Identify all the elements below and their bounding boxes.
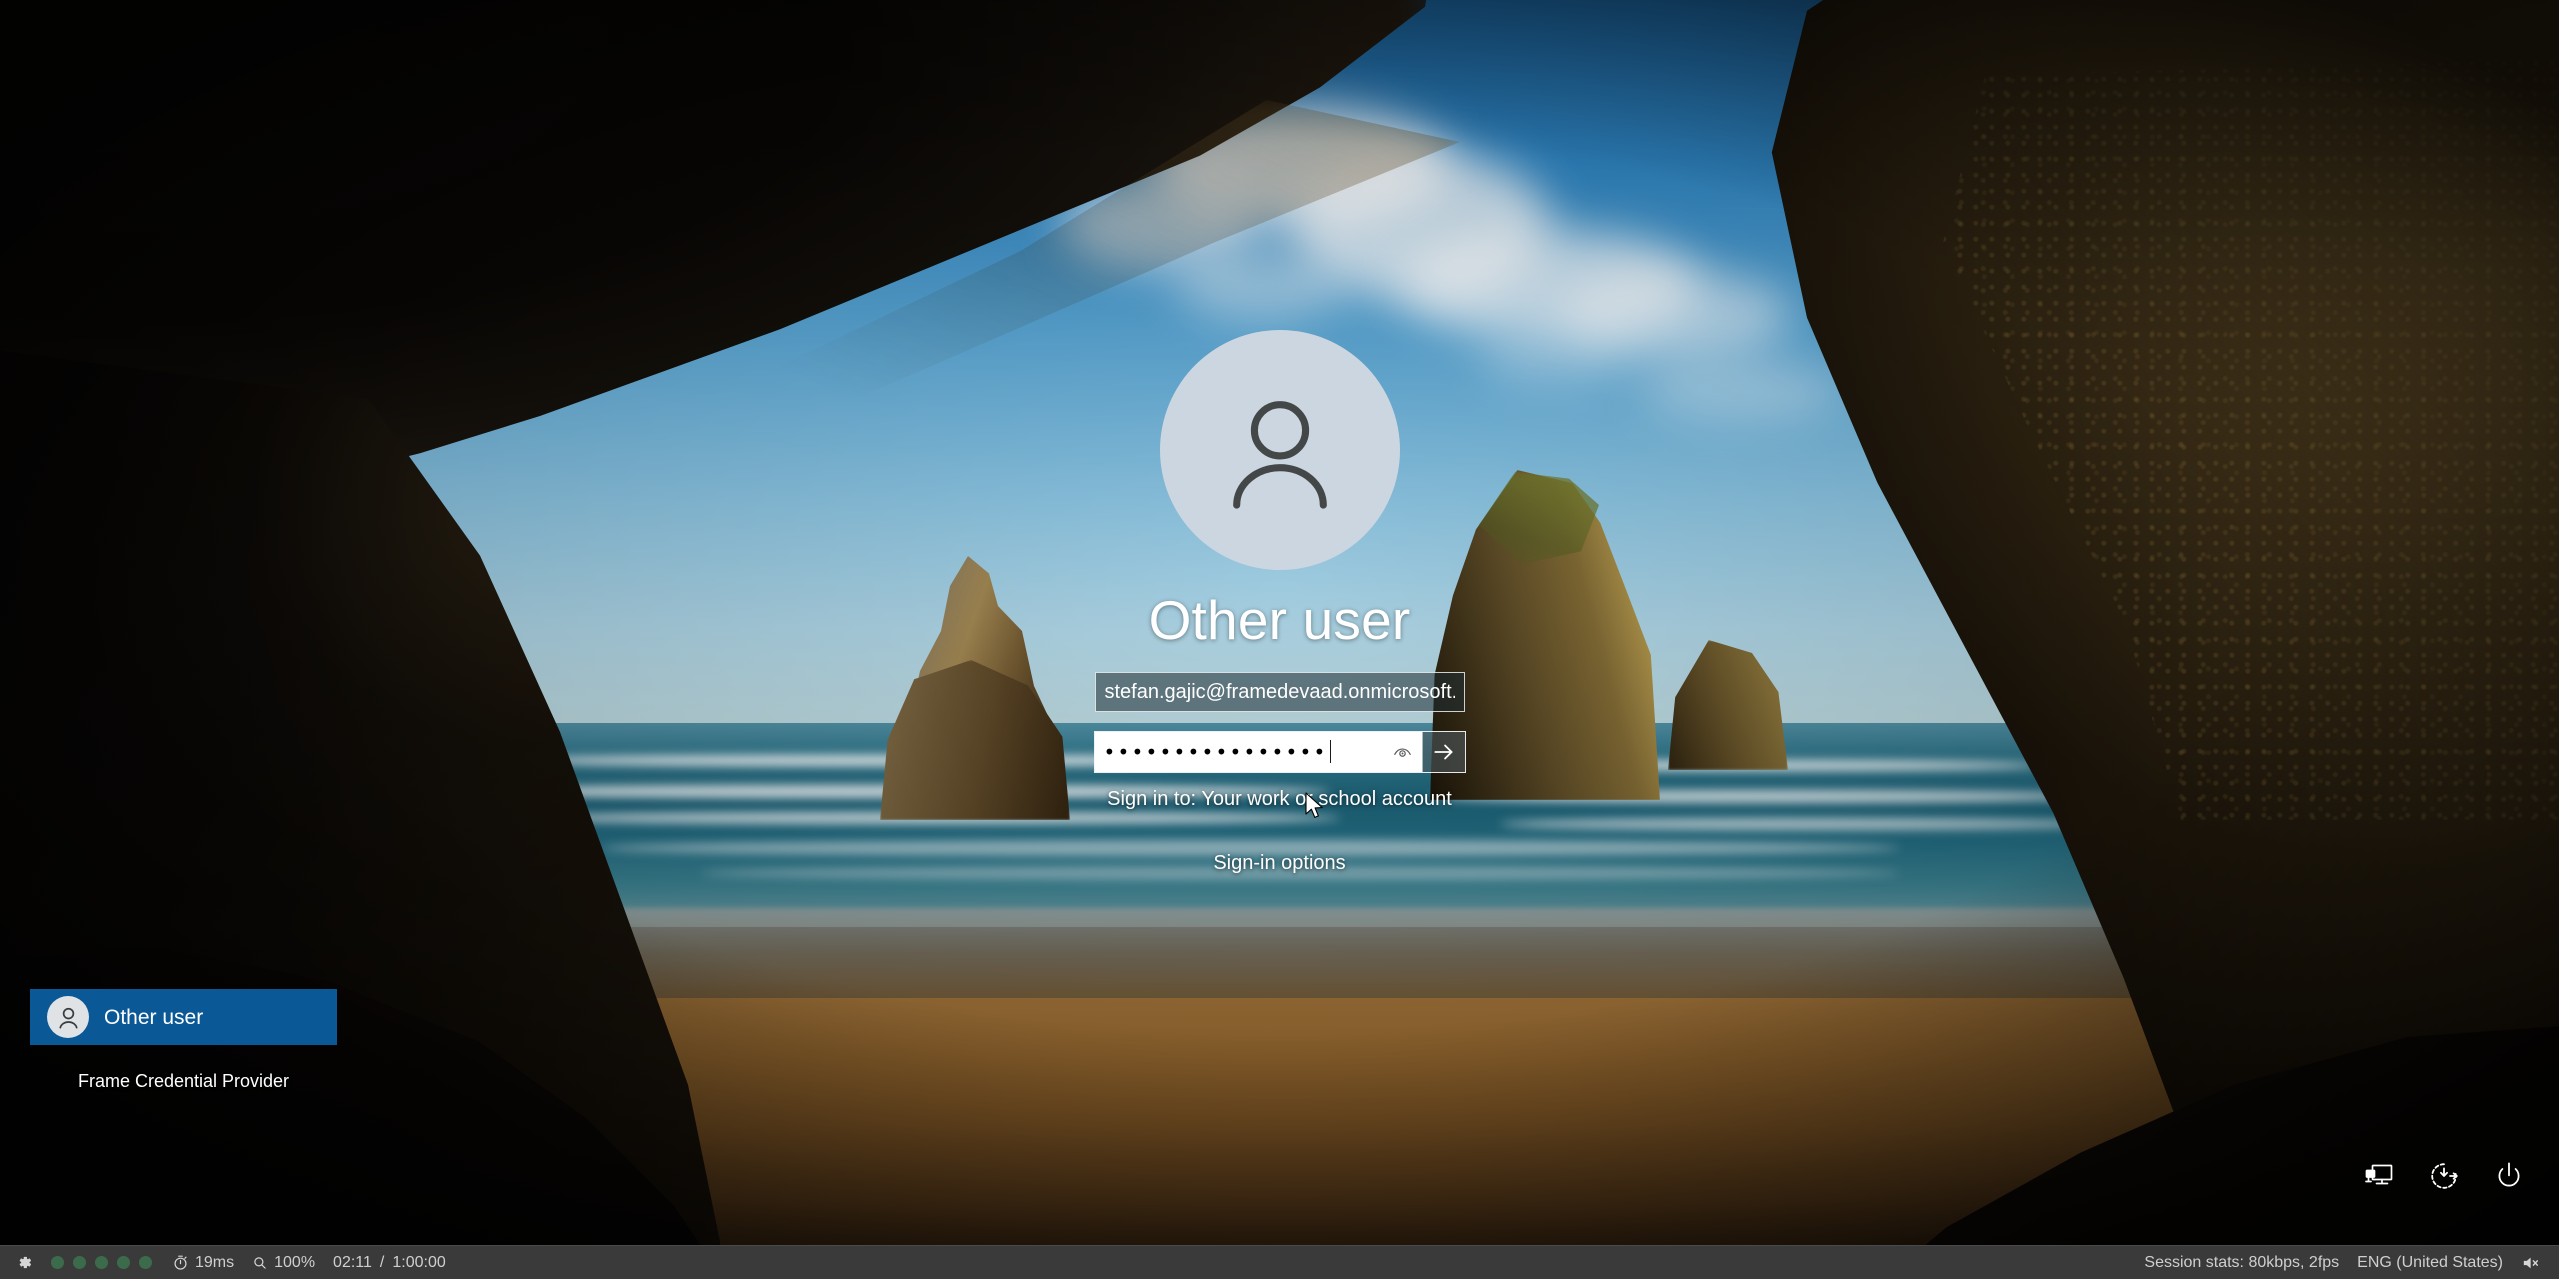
volume-button[interactable]: [2512, 1246, 2550, 1279]
gear-icon[interactable]: [9, 1246, 40, 1279]
signin-target-label: Sign in to: Your work or school account: [1107, 787, 1452, 810]
session-status-dots: [40, 1256, 163, 1269]
keyboard-layout-value: ENG (United States): [2357, 1253, 2503, 1271]
username-input[interactable]: stefan.gajic@framedevaad.onmicrosoft.co: [1094, 671, 1465, 712]
credential-panel: Other user stefan.gajic@framedevaad.onmi…: [900, 330, 1660, 875]
magnifier-icon: [252, 1255, 268, 1271]
page-title: Other user: [1148, 589, 1411, 651]
password-input[interactable]: ••••••••••••••••: [1094, 731, 1384, 772]
signin-options-link[interactable]: Sign-in options: [1213, 852, 1345, 875]
username-value: stefan.gajic@framedevaad.onmicrosoft.co: [1104, 681, 1455, 702]
status-dot: [51, 1256, 64, 1269]
timer-separator: /: [379, 1253, 385, 1271]
latency-indicator: 19ms: [163, 1246, 243, 1279]
status-dot: [117, 1256, 130, 1269]
zoom-indicator[interactable]: 100%: [243, 1246, 324, 1279]
stopwatch-icon: [172, 1254, 189, 1271]
credential-provider-label: Frame Credential Provider: [77, 1071, 290, 1091]
session-timer: 02:11 / 1:00:00: [324, 1246, 455, 1279]
zoom-value: 100%: [274, 1253, 316, 1271]
eye-reveal-password-icon: [1392, 741, 1413, 762]
password-masked-value: ••••••••••••••••: [1103, 739, 1328, 764]
user-tile-other-user[interactable]: Other user: [30, 989, 337, 1045]
status-dot: [139, 1256, 152, 1269]
reveal-password-button[interactable]: [1383, 731, 1422, 772]
arrow-right-icon: [1431, 739, 1457, 765]
cloud: [1175, 250, 1345, 320]
taskbar-right-group: Session stats: 80kbps, 2fps ENG (United …: [2135, 1246, 2559, 1279]
status-dot: [73, 1256, 86, 1269]
network-icon[interactable]: [2363, 1160, 2395, 1192]
session-elapsed: 02:11: [333, 1253, 372, 1271]
password-row: ••••••••••••••••: [1094, 731, 1465, 772]
speaker-muted-icon: [2521, 1254, 2541, 1272]
user-tile-area: Other user Frame Credential Provider: [30, 989, 337, 1092]
user-avatar-large: [1159, 330, 1400, 570]
session-taskbar: 19ms 100% 02:11 / 1:00:00 Session stats:…: [0, 1245, 2559, 1279]
keyboard-layout[interactable]: ENG (United States): [2348, 1246, 2512, 1279]
session-duration: 1:00:00: [392, 1253, 446, 1271]
user-tile-label: Other user: [104, 1005, 204, 1029]
text-caret: [1330, 740, 1332, 764]
latency-value: 19ms: [195, 1253, 235, 1271]
session-stats: Session stats: 80kbps, 2fps: [2135, 1246, 2348, 1279]
submit-button[interactable]: [1421, 731, 1465, 772]
corner-actions: [2363, 1160, 2525, 1192]
taskbar-left-group: 19ms 100% 02:11 / 1:00:00: [0, 1246, 455, 1279]
power-icon[interactable]: [2493, 1160, 2525, 1192]
user-avatar-icon: [56, 1005, 81, 1030]
session-stats-value: Session stats: 80kbps, 2fps: [2144, 1253, 2340, 1271]
user-tile-avatar: [47, 996, 89, 1038]
lock-screen: Other user stefan.gajic@framedevaad.onmi…: [0, 0, 2559, 1279]
ease-of-access-icon[interactable]: [2428, 1160, 2460, 1192]
cloud: [1640, 360, 1840, 420]
user-avatar-icon: [1217, 387, 1343, 513]
status-dot: [95, 1256, 108, 1269]
